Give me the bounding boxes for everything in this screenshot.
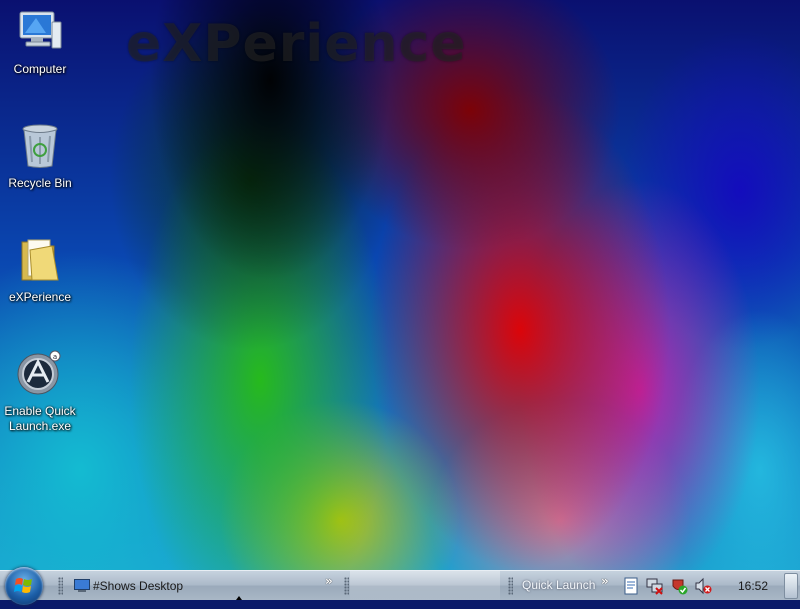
toolbar-overflow-chevron[interactable]: » [325,574,333,588]
quick-launch-overflow-chevron[interactable]: » [601,574,609,588]
taskbar-grip[interactable] [58,577,63,595]
mouse-cursor [236,596,242,600]
desktop-icon-label: Computer [13,62,67,76]
taskbar: #Shows Desktop » Quick Launch » 16:52 [0,567,800,605]
document-icon[interactable] [622,577,640,595]
app-executable-icon: a [17,350,61,395]
show-desktop-icon [74,579,90,592]
svg-text:a: a [53,353,57,361]
folder-icon [21,239,59,281]
desktop-icon-recycle-bin[interactable]: Recycle Bin [0,122,80,191]
windows-start-orb-icon [14,578,32,593]
desktop-icon-experience-folder[interactable]: eXPerience [0,236,80,305]
desktop-icon-label: eXPerience [8,290,72,304]
taskbar-scroll-button[interactable] [784,573,798,599]
desktop-icon-computer[interactable]: Computer [0,8,80,77]
recycle-bin-icon [22,124,58,168]
volume-muted-icon[interactable] [694,577,712,595]
desktop-icon-enable-quick-launch[interactable]: a Enable Quick Launch.exe [0,350,80,434]
start-button[interactable] [5,567,43,605]
network-icon[interactable] [646,577,664,595]
desktop-icon-label: Recycle Bin [8,176,72,190]
desktop-icon-label: Enable Quick Launch.exe [4,404,76,433]
desktop[interactable]: eXPerience Computer Recycle Bin eXPerien [0,0,800,570]
task-button-shows-desktop[interactable]: #Shows Desktop [74,576,224,596]
computer-icon [19,11,62,49]
taskbar-highlight-band [350,571,500,600]
taskbar-grip[interactable] [344,577,349,595]
taskbar-clock[interactable]: 16:52 [738,579,768,593]
quick-launch-grip[interactable] [508,577,513,595]
security-check-icon[interactable] [670,577,688,595]
quick-launch-toolbar-label[interactable]: Quick Launch [522,578,595,592]
desktop-watermark: eXPerience [126,14,467,74]
task-button-label: #Shows Desktop [93,579,184,593]
